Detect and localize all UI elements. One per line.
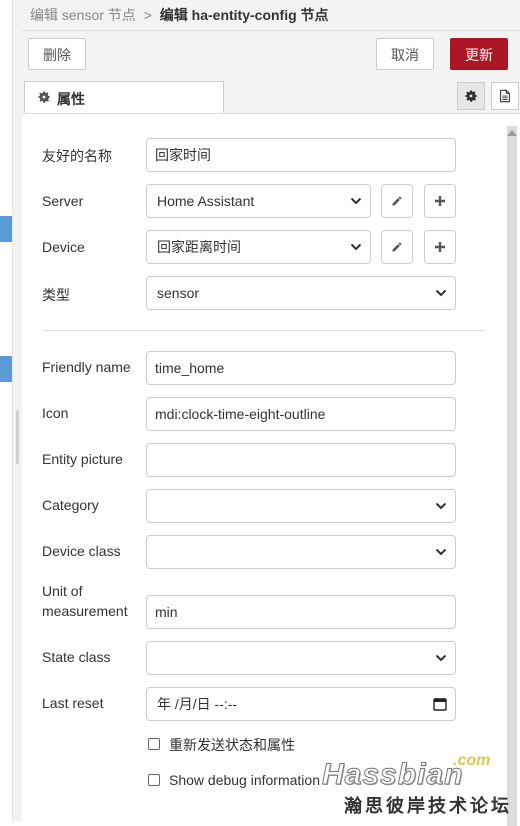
state-class-select[interactable]: [146, 641, 456, 675]
entity-picture-label: Entity picture: [42, 451, 123, 467]
device-label: Device: [42, 239, 85, 255]
breadcrumb-parent[interactable]: 编辑 sensor 节点: [30, 7, 136, 23]
gear-icon: [38, 91, 50, 103]
scroll-up-arrow[interactable]: [507, 130, 517, 136]
workspace-grid: [0, 0, 13, 822]
plus-icon: [435, 242, 445, 252]
category-label: Category: [42, 497, 99, 513]
settings-tab-button[interactable]: [457, 82, 485, 110]
chevron-down-icon: [350, 197, 362, 205]
breadcrumb-separator: >: [143, 7, 152, 23]
unit-label-line2: measurement: [42, 603, 128, 619]
chevron-down-icon: [435, 502, 447, 510]
panel-resize-handle[interactable]: [16, 410, 19, 464]
edit-tray: 编辑 sensor 节点 > 编辑 ha-entity-config 节点 删除…: [22, 0, 520, 826]
cancel-button[interactable]: 取消: [376, 38, 434, 70]
icon-input[interactable]: mdi:clock-time-eight-outline: [146, 397, 456, 431]
workspace-edge: [0, 0, 23, 822]
pencil-icon: [392, 196, 402, 206]
description-tab-button[interactable]: [491, 82, 519, 110]
workspace-node[interactable]: [0, 356, 12, 382]
tab-bar: 属性: [22, 79, 520, 114]
debug-info-checkbox[interactable]: [148, 774, 160, 786]
section-divider: [42, 330, 485, 331]
resend-state-checkbox[interactable]: [148, 738, 160, 750]
type-label: 类型: [42, 287, 70, 303]
friendly-name-cn-input[interactable]: 回家时间: [146, 138, 456, 172]
server-label: Server: [42, 193, 84, 209]
friendly-name-label: Friendly name: [42, 359, 131, 375]
icon-label: Icon: [42, 405, 69, 421]
friendly-name-input[interactable]: time_home: [146, 351, 456, 385]
gear-icon: [465, 90, 477, 102]
debug-info-label: Show debug information: [169, 772, 320, 788]
workspace-node[interactable]: [0, 216, 12, 242]
scrollbar[interactable]: [505, 126, 519, 826]
breadcrumb: 编辑 sensor 节点 > 编辑 ha-entity-config 节点: [30, 5, 329, 25]
document-icon: [500, 89, 510, 103]
last-reset-datetime-input[interactable]: 年 /月/日 --:--: [146, 687, 456, 721]
add-server-button[interactable]: [424, 184, 456, 218]
chevron-down-icon: [435, 289, 447, 297]
unit-of-measurement-input[interactable]: min: [146, 595, 456, 629]
tab-properties[interactable]: 属性: [24, 81, 224, 113]
chevron-down-icon: [435, 548, 447, 556]
last-reset-label: Last reset: [42, 695, 104, 711]
tray-toolbar: 删除 取消 更新: [22, 31, 520, 79]
watermark-brand: Hassbian: [321, 758, 464, 792]
state-class-label: State class: [42, 649, 111, 665]
edit-device-button[interactable]: [381, 230, 413, 264]
last-reset-value: 年 /月/日 --:--: [157, 696, 238, 712]
category-select[interactable]: [146, 489, 456, 523]
server-select[interactable]: Home Assistant: [146, 184, 371, 218]
plus-icon: [435, 196, 445, 206]
calendar-icon: [433, 698, 447, 711]
server-select-value: Home Assistant: [157, 193, 255, 209]
watermark-logo: .com Hassbian 瀚思彼岸技术论坛: [321, 752, 512, 818]
tab-properties-label: 属性: [57, 91, 85, 107]
scrollbar-thumb[interactable]: [507, 126, 517, 826]
resend-state-label: 重新发送状态和属性: [169, 737, 295, 753]
device-class-label: Device class: [42, 543, 121, 559]
pencil-icon: [392, 242, 402, 252]
add-device-button[interactable]: [424, 230, 456, 264]
type-select-value: sensor: [157, 285, 200, 301]
friendly-name-cn-label: 友好的名称: [42, 148, 112, 164]
update-button[interactable]: 更新: [450, 38, 508, 70]
device-select-value: 回家距离时间: [157, 239, 241, 255]
edit-server-button[interactable]: [381, 184, 413, 218]
tray-header: 编辑 sensor 节点 > 编辑 ha-entity-config 节点: [22, 0, 520, 31]
watermark-subtitle: 瀚思彼岸技术论坛: [344, 796, 512, 816]
type-select[interactable]: sensor: [146, 276, 456, 310]
chevron-down-icon: [435, 654, 447, 662]
chevron-down-icon: [350, 243, 362, 251]
unit-label-line1: Unit of: [42, 583, 83, 599]
entity-picture-input[interactable]: [146, 443, 456, 477]
device-select[interactable]: 回家距离时间: [146, 230, 371, 264]
device-class-select[interactable]: [146, 535, 456, 569]
delete-button[interactable]: 删除: [28, 38, 86, 70]
breadcrumb-current: 编辑 ha-entity-config 节点: [159, 7, 329, 23]
